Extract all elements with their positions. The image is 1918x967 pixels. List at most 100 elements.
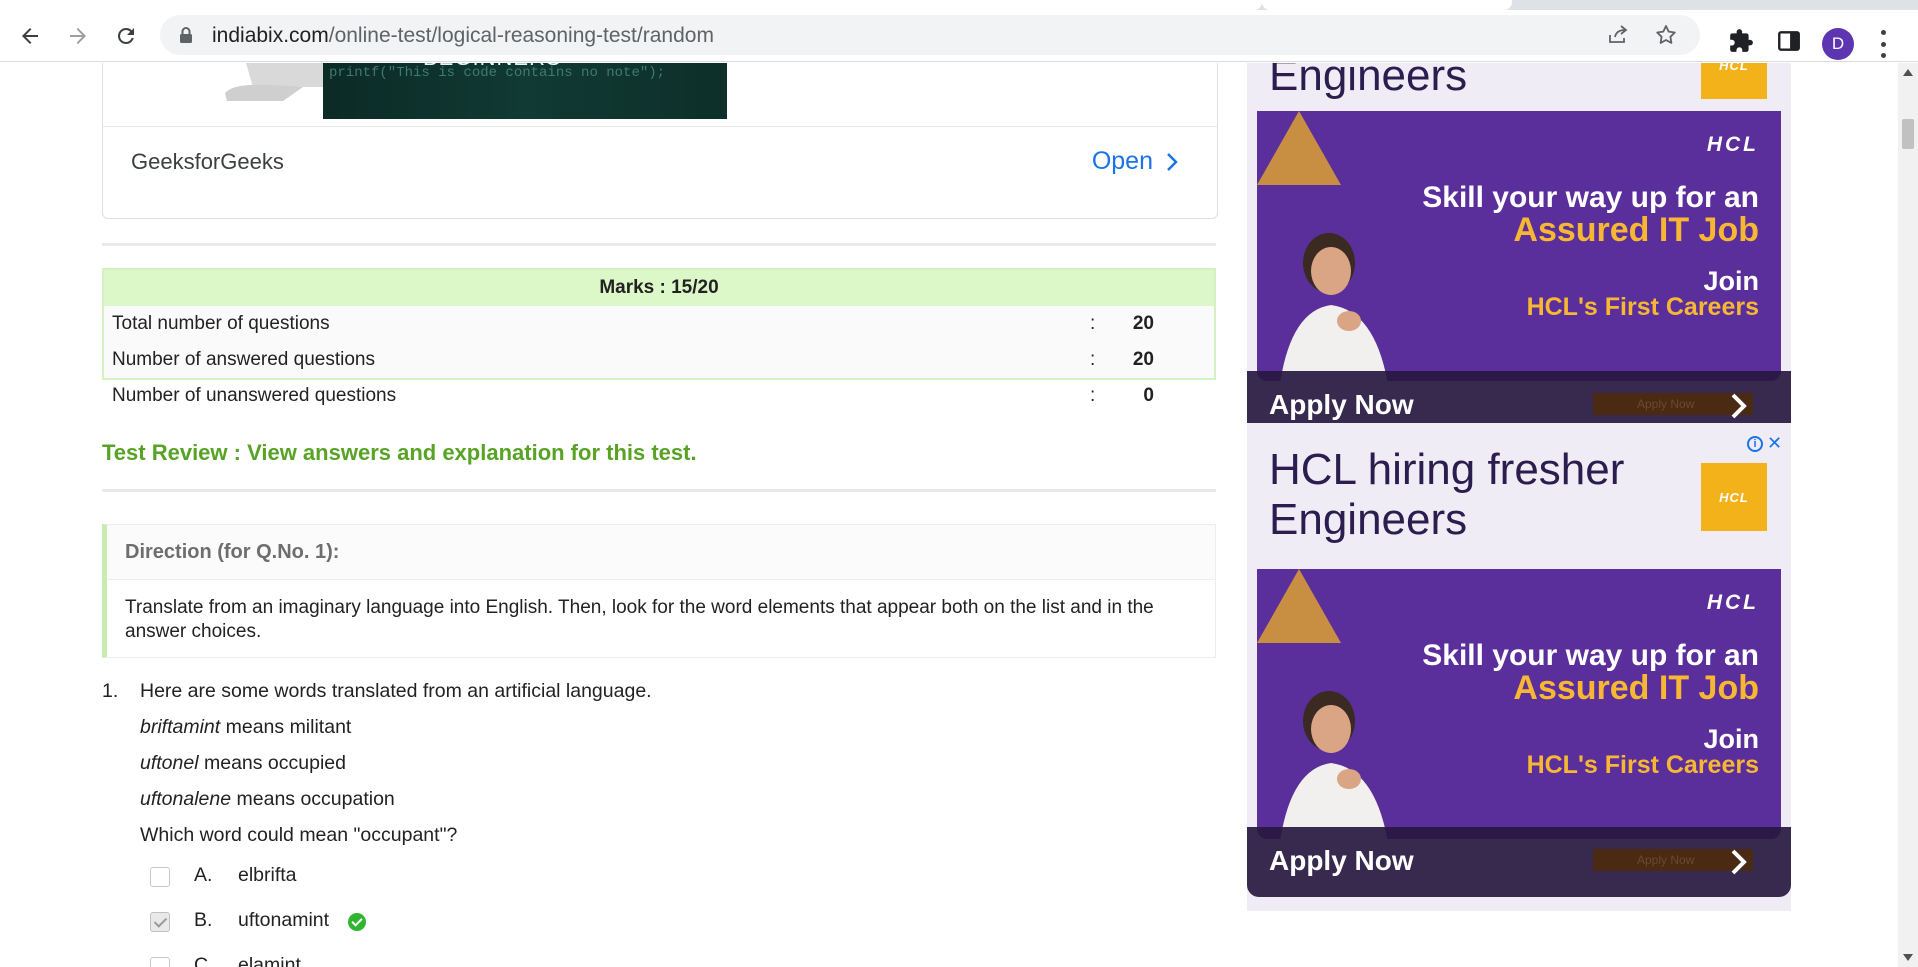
question-intro: Here are some words translated from an a… [140, 680, 652, 702]
tab-edge[interactable] [1262, 0, 1512, 10]
hcl-logo-text: HCL [1719, 63, 1749, 73]
ad-title: Engineers [1269, 63, 1468, 100]
triangle-shape [1257, 111, 1341, 185]
marks-row-value: 0 [1143, 385, 1154, 406]
reload-button[interactable] [110, 20, 142, 52]
woman-photo [1280, 691, 1388, 839]
apply-now-label[interactable]: Apply Now [1269, 389, 1414, 421]
option-checkbox[interactable] [150, 912, 170, 932]
thumbnail-heading: BEGINNERS [423, 63, 562, 71]
marks-row-label: Total number of questions [112, 313, 330, 334]
arrow-right-icon [70, 28, 86, 44]
scroll-down-arrow-icon[interactable] [1903, 954, 1913, 961]
hcl-banner-image[interactable]: HCL Skill your way up for an Assured IT … [1257, 569, 1781, 839]
course-thumbnail-image[interactable]: printf("This is code contains no note");… [323, 63, 727, 119]
hcl-ad-bottom[interactable]: i ✕ HCL hiring fresher Engineers HCL HCL … [1247, 423, 1791, 911]
banner-brand: HCL [1706, 591, 1759, 614]
forward-button[interactable] [62, 20, 94, 52]
chevron-right-icon [1167, 153, 1178, 171]
definition-line: uftonalene means occupation [140, 788, 395, 811]
banner-line: Skill your way up for an [1422, 639, 1759, 672]
apply-now-label[interactable]: Apply Now [1269, 845, 1414, 877]
tab-strip [0, 0, 1918, 10]
definition-meaning: means occupation [231, 788, 395, 810]
marks-row-colon: : [1090, 313, 1096, 334]
side-panel-icon[interactable] [1776, 28, 1802, 54]
banner-line: Assured IT Job [1513, 211, 1759, 249]
woman-photo [1280, 233, 1388, 381]
question-number: 1. [102, 680, 119, 702]
definition-word: uftonalene [140, 788, 232, 810]
ad-open-label: Open [1091, 147, 1153, 175]
marks-row-value: 20 [1132, 349, 1154, 370]
option-text[interactable]: uftonamint [238, 909, 329, 932]
close-icon[interactable]: ✕ [1767, 433, 1782, 453]
scroll-up-arrow-icon[interactable] [1903, 69, 1913, 76]
apply-now-bar[interactable]: Apply Now Apply Now [1247, 827, 1791, 897]
vertical-scrollbar[interactable] [1898, 63, 1918, 967]
marks-heading: Marks : 15/20 [104, 270, 1214, 306]
definition-meaning: means militant [220, 716, 352, 738]
reload-icon [118, 28, 134, 44]
marks-row-colon: : [1090, 385, 1096, 406]
direction-heading: Direction (for Q.No. 1): [107, 525, 1215, 580]
marks-row-label: Number of answered questions [112, 349, 375, 370]
bookmark-star-icon[interactable] [1654, 23, 1678, 47]
marks-row-value: 20 [1132, 313, 1154, 334]
browser-toolbar: indiabix.com/online-test/logical-reasoni… [0, 10, 1918, 62]
option-checkbox[interactable] [150, 957, 170, 967]
active-tab-edge[interactable] [0, 0, 1262, 10]
option-checkbox[interactable] [150, 867, 170, 887]
option-text[interactable]: elamint [238, 954, 301, 967]
scrollbar-thumb[interactable] [1902, 119, 1914, 149]
divider [102, 489, 1216, 492]
hcl-logo-text: HCL [1719, 489, 1749, 505]
geeksforgeeks-ad-card[interactable]: printf("This is code contains no note");… [102, 63, 1218, 219]
address-bar[interactable]: indiabix.com/online-test/logical-reasoni… [160, 15, 1700, 55]
profile-avatar[interactable]: D [1822, 28, 1854, 60]
marks-row-label: Number of unanswered questions [112, 385, 397, 406]
test-review-link[interactable]: Test Review : View answers and explanati… [102, 440, 697, 466]
definition-meaning: means occupied [198, 752, 346, 774]
browser-menu-icon[interactable] [1878, 30, 1888, 58]
monitor-image [225, 63, 333, 101]
question-prompt: Which word could mean "occupant"? [140, 824, 458, 846]
marks-summary-table: Marks : 15/20 Total number of questions … [102, 268, 1216, 406]
banner-brand: HCL [1706, 133, 1759, 156]
definition-line: uftonel means occupied [140, 752, 346, 775]
correct-check-icon [348, 913, 366, 931]
share-icon[interactable] [1606, 23, 1630, 47]
ad-title: Engineers [1269, 495, 1468, 544]
definition-word: uftonel [140, 752, 199, 774]
lock-icon[interactable] [178, 26, 194, 44]
hcl-banner-image[interactable]: HCL Skill your way up for an Assured IT … [1257, 111, 1781, 381]
ad-card-divider [103, 126, 1217, 127]
back-button[interactable] [14, 20, 46, 52]
definition-word: briftamint [140, 716, 221, 738]
option-letter: A. [194, 864, 213, 886]
hcl-logo: HCL [1701, 463, 1767, 531]
marks-row: Total number of questions : 20 [104, 306, 1214, 342]
adchoices[interactable]: i ✕ [1747, 433, 1782, 454]
option-text[interactable]: elbrifta [238, 864, 297, 887]
info-icon[interactable]: i [1747, 436, 1763, 453]
banner-line: Skill your way up for an [1422, 181, 1759, 214]
option-letter: B. [194, 909, 213, 931]
chevron-right-icon[interactable] [1729, 847, 1749, 877]
hcl-logo: HCL [1701, 63, 1767, 99]
chevron-right-icon[interactable] [1729, 391, 1749, 421]
triangle-shape [1257, 569, 1341, 643]
banner-line: Assured IT Job [1513, 669, 1759, 707]
direction-box: Direction (for Q.No. 1): Translate from … [102, 524, 1216, 658]
extensions-puzzle-icon[interactable] [1728, 28, 1754, 54]
direction-text: Translate from an imaginary language int… [125, 597, 1154, 642]
arrow-left-icon [22, 28, 38, 44]
banner-line: HCL's First Careers [1526, 751, 1759, 779]
marks-row: Number of unanswered questions : 0 [104, 378, 1214, 414]
hcl-ad-top[interactable]: Engineers HCL HCL Skill your way up for … [1247, 63, 1791, 455]
ad-title: HCL hiring fresher [1269, 445, 1625, 494]
marks-row: Number of answered questions : 20 [104, 342, 1214, 378]
url-text[interactable]: indiabix.com/online-test/logical-reasoni… [212, 24, 714, 48]
divider [102, 243, 1216, 246]
ad-brand-name: GeeksforGeeks [131, 149, 284, 174]
